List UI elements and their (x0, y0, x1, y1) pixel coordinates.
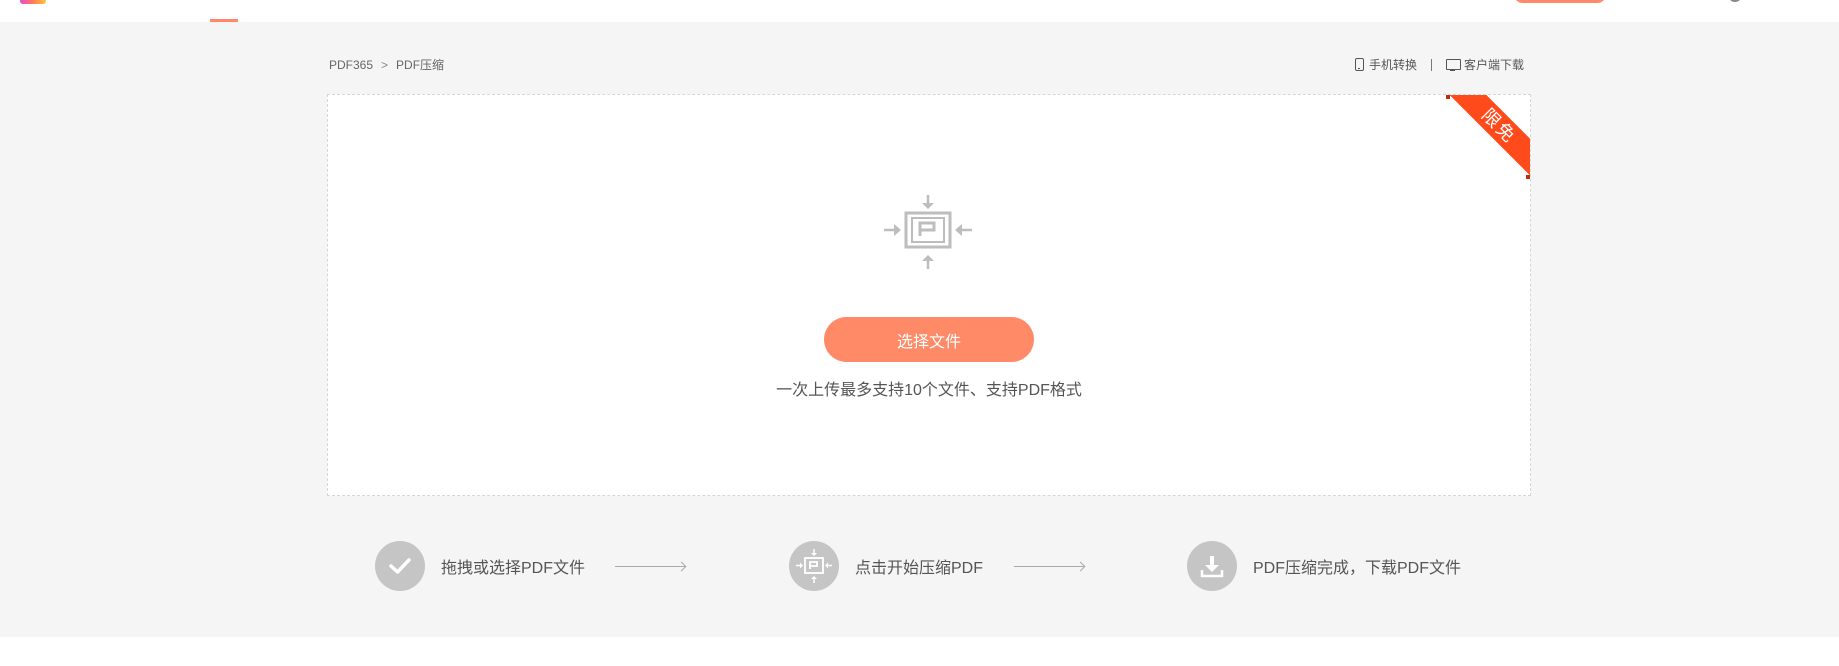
step-label: PDF压缩完成，下载PDF文件 (1253, 560, 1462, 577)
step-label: 点击开始压缩PDF (855, 560, 984, 577)
step-arrow (615, 566, 685, 567)
ribbon-fold-left (1446, 95, 1450, 99)
logo-wordmark[interactable] (54, 0, 158, 2)
breadcrumb: PDF365 > PDF压缩 (329, 56, 444, 73)
free-ribbon: 限免 (1446, 95, 1530, 179)
breadcrumb-current: PDF压缩 (396, 58, 445, 72)
mobile-convert-label: 手机转换 (1368, 58, 1417, 72)
header-action-button[interactable] (1514, 0, 1606, 3)
check-icon (375, 541, 425, 591)
mobile-convert-link[interactable]: 手机转换 (1354, 56, 1417, 73)
logo-icon[interactable] (20, 0, 46, 4)
upload-hint-text: 一次上传最多支持10个文件、支持PDF格式 (776, 382, 1082, 399)
ribbon-fold-right (1526, 175, 1530, 179)
phone-icon (1354, 58, 1364, 71)
step-drag-select: 拖拽或选择PDF文件 (375, 540, 585, 592)
upload-drop-zone[interactable]: 限免 选择文件 一次上传最多支持10个文件、支持PDF格式 (327, 94, 1531, 496)
step-download: PDF压缩完成，下载PDF文件 (1187, 540, 1461, 592)
compress-icon (789, 541, 839, 591)
free-ribbon-label: 限免 (1446, 95, 1530, 179)
user-icon[interactable] (1728, 0, 1742, 2)
client-download-link[interactable]: 客户端下载 (1445, 56, 1524, 73)
step-arrow (1014, 566, 1084, 567)
breadcrumb-home-link[interactable]: PDF365 (329, 58, 373, 72)
pdf-compress-icon (884, 195, 972, 269)
select-file-button[interactable]: 选择文件 (824, 317, 1034, 362)
download-icon (1187, 541, 1237, 591)
process-steps: 拖拽或选择PDF文件 点击开始压缩PDF PDF压缩完成，下载PDF文件 (375, 540, 1475, 592)
breadcrumb-separator: > (381, 57, 389, 72)
header-tools: 手机转换 客户端下载 (1354, 56, 1524, 73)
tools-divider (1430, 58, 1432, 71)
step-start-compress: 点击开始压缩PDF (789, 540, 983, 592)
page-footer-area (0, 637, 1839, 666)
monitor-icon (1445, 59, 1461, 71)
step-label: 拖拽或选择PDF文件 (441, 560, 586, 577)
main-content: PDF365 > PDF压缩 手机转换 客户端下载 限免 选择文件 一次上传最多… (0, 22, 1839, 637)
top-header (0, 0, 1839, 22)
client-download-label: 客户端下载 (1463, 58, 1524, 72)
